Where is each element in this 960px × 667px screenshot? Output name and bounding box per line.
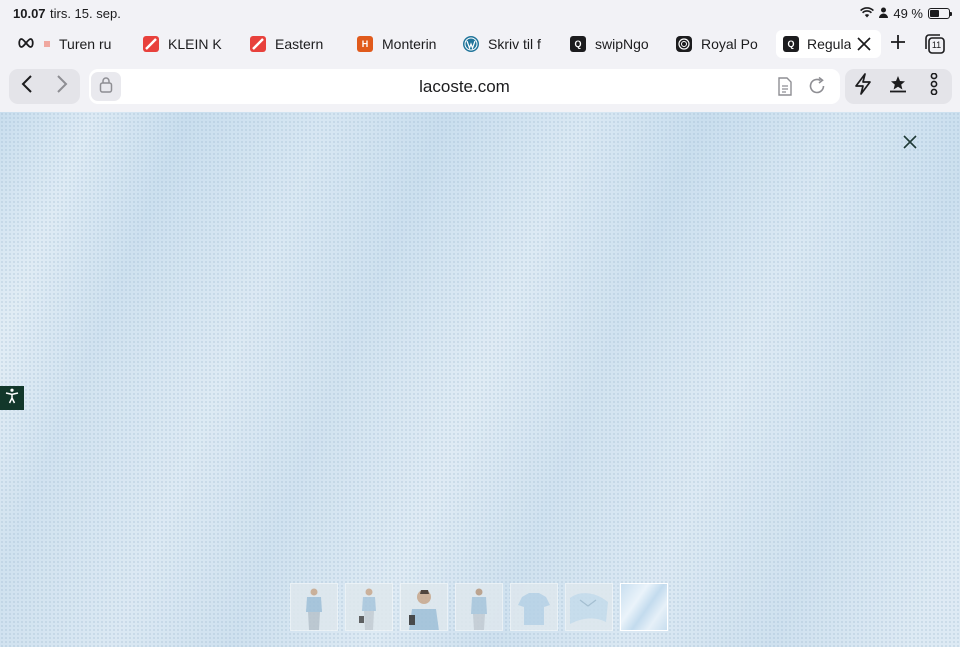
reload-icon[interactable] bbox=[807, 76, 827, 101]
tab-regular-active[interactable]: Q Regular bbox=[776, 30, 881, 58]
tab-turen[interactable]: Turen ru bbox=[17, 30, 111, 58]
back-button[interactable] bbox=[9, 69, 44, 104]
status-time: 10.07 bbox=[13, 6, 46, 21]
klein-logo-icon bbox=[143, 36, 159, 52]
extension-buttons bbox=[845, 69, 952, 104]
tab-label: Regular bbox=[807, 36, 851, 52]
q-logo-icon: Q bbox=[570, 36, 586, 52]
product-thumb-1[interactable] bbox=[290, 583, 338, 631]
fabric-texture bbox=[0, 112, 960, 647]
tab-skriv[interactable]: Skriv til f bbox=[463, 30, 541, 58]
new-tab-button[interactable] bbox=[884, 30, 912, 58]
product-thumb-7[interactable] bbox=[620, 583, 668, 631]
tabs-overview-icon: 11 bbox=[924, 33, 946, 55]
url-text: lacoste.com bbox=[419, 77, 510, 96]
tab-label: Skriv til f bbox=[488, 36, 541, 52]
toolbar: lacoste.com bbox=[0, 62, 960, 112]
close-tab-icon[interactable] bbox=[851, 30, 877, 58]
eastern-logo-icon bbox=[250, 36, 266, 52]
royal-logo-icon bbox=[676, 36, 692, 52]
tab-monterin[interactable]: H Monterin bbox=[357, 30, 436, 58]
status-indicators: 49 % bbox=[860, 5, 952, 21]
product-thumb-6[interactable] bbox=[565, 583, 613, 631]
tab-swipngo[interactable]: Q swipNgo bbox=[570, 30, 649, 58]
wifi-icon bbox=[860, 6, 875, 21]
mini-favicon-icon bbox=[44, 41, 50, 47]
tab-label: KLEIN K bbox=[168, 36, 222, 52]
product-image-viewer[interactable] bbox=[0, 112, 960, 647]
tab-label: swipNgo bbox=[595, 36, 649, 52]
more-menu-button[interactable] bbox=[916, 69, 952, 104]
wordpress-icon bbox=[463, 36, 479, 52]
battery-icon bbox=[928, 7, 952, 19]
lightning-icon bbox=[853, 73, 873, 100]
nav-buttons bbox=[9, 69, 80, 104]
thumbnail-strip bbox=[290, 583, 668, 631]
status-date: tirs. 15. sep. bbox=[50, 6, 121, 21]
product-thumb-5[interactable] bbox=[510, 583, 558, 631]
close-icon bbox=[903, 134, 917, 154]
battery-percent: 49 % bbox=[893, 5, 923, 21]
tab-label: Eastern bbox=[275, 36, 324, 52]
tab-eastern[interactable]: Eastern bbox=[250, 30, 323, 58]
plus-icon bbox=[890, 34, 906, 55]
battery-fill bbox=[930, 9, 939, 17]
product-thumb-2[interactable] bbox=[345, 583, 393, 631]
bookmark-button[interactable] bbox=[881, 69, 917, 104]
tab-label: Royal Po bbox=[701, 36, 758, 52]
status-bar: 10.07 tirs. 15. sep. 49 % bbox=[0, 0, 960, 26]
chevron-left-icon bbox=[21, 75, 33, 98]
address-bar[interactable]: lacoste.com bbox=[89, 69, 840, 104]
tab-label: Turen ru bbox=[59, 36, 112, 52]
infinity-icon bbox=[17, 36, 35, 52]
reader-view-icon[interactable] bbox=[777, 77, 793, 101]
accessibility-icon bbox=[5, 388, 19, 409]
accessibility-button[interactable] bbox=[0, 386, 24, 410]
product-thumb-4[interactable] bbox=[455, 583, 503, 631]
tab-bar: Turen ru KLEIN K Eastern H Monterin Skri… bbox=[0, 26, 960, 62]
extensions-button[interactable] bbox=[845, 69, 881, 104]
tab-count: 11 bbox=[931, 40, 942, 50]
person-icon bbox=[879, 6, 889, 21]
product-thumb-3[interactable] bbox=[400, 583, 448, 631]
tab-royal[interactable]: Royal Po bbox=[676, 30, 758, 58]
bottom-bar bbox=[0, 647, 960, 667]
close-viewer-button[interactable] bbox=[898, 132, 922, 156]
q-logo-icon: Q bbox=[783, 36, 799, 52]
chevron-right-icon bbox=[56, 75, 68, 98]
h-logo-icon: H bbox=[357, 36, 373, 52]
star-tray-icon bbox=[889, 75, 907, 98]
tab-klein[interactable]: KLEIN K bbox=[143, 30, 222, 58]
more-vertical-icon bbox=[930, 72, 938, 100]
tab-label: Monterin bbox=[382, 36, 437, 52]
tab-overview-button[interactable]: 11 bbox=[921, 30, 949, 58]
forward-button[interactable] bbox=[44, 69, 79, 104]
